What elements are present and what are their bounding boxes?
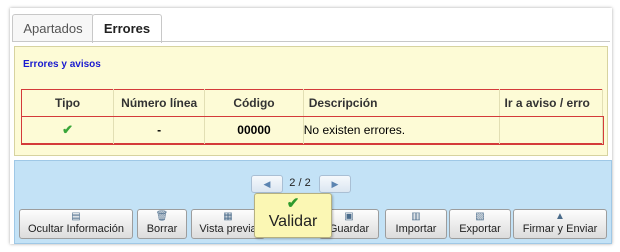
validar-button[interactable]: ✔ Validar — [254, 193, 332, 238]
col-header-tipo[interactable]: Tipo — [21, 89, 115, 117]
next-page-button[interactable]: ▶ — [319, 175, 351, 193]
table-row[interactable]: ✔ - 00000 No existen errores. — [20, 115, 604, 145]
col-header-codigo[interactable]: Código — [204, 89, 304, 117]
table-header-row: Tipo Número línea Código Descripción Ir … — [21, 89, 603, 117]
cell-numero-linea: - — [113, 116, 206, 144]
check-icon: ✔ — [286, 195, 300, 212]
export-icon: ▧ — [475, 211, 485, 222]
firmar-y-enviar-button[interactable]: ▲ Firmar y Enviar — [513, 209, 607, 239]
tab-apartados[interactable]: Apartados — [12, 14, 94, 42]
sign-send-icon: ▲ — [555, 211, 565, 222]
col-header-descripcion[interactable]: Descripción — [303, 89, 501, 117]
info-panel-icon: ▤ — [71, 211, 81, 222]
bottom-toolbar: ◀ 2 / 2 ▶ ▤ Ocultar Información 🗑 Borrar… — [14, 160, 612, 244]
ocultar-informacion-button[interactable]: ▤ Ocultar Información — [19, 209, 133, 239]
trash-icon: 🗑 — [155, 211, 169, 222]
page-indicator: 2 / 2 — [289, 177, 311, 189]
import-icon: ▥ — [411, 211, 421, 222]
errors-panel: Errores y avisos Tipo Número línea Códig… — [14, 46, 608, 156]
col-header-numero-linea[interactable]: Número línea — [113, 89, 206, 117]
cell-codigo: 00000 — [204, 116, 304, 144]
importar-button[interactable]: ▥ Importar — [385, 209, 447, 239]
cell-descripcion: No existen errores. — [303, 116, 501, 144]
check-icon: ✔ — [21, 116, 115, 144]
tab-divider — [12, 41, 610, 42]
exportar-button[interactable]: ▧ Exportar — [449, 209, 511, 239]
prev-page-button[interactable]: ◀ — [251, 175, 283, 193]
col-header-ir-a-aviso[interactable]: Ir a aviso / erro — [499, 89, 603, 117]
tab-errores[interactable]: Errores — [92, 14, 162, 43]
errors-table: Tipo Número línea Código Descripción Ir … — [20, 89, 604, 145]
panel-title: Errores y avisos — [23, 59, 101, 70]
cell-ir-a-aviso[interactable] — [499, 116, 603, 144]
borrar-button[interactable]: 🗑 Borrar — [137, 209, 187, 239]
